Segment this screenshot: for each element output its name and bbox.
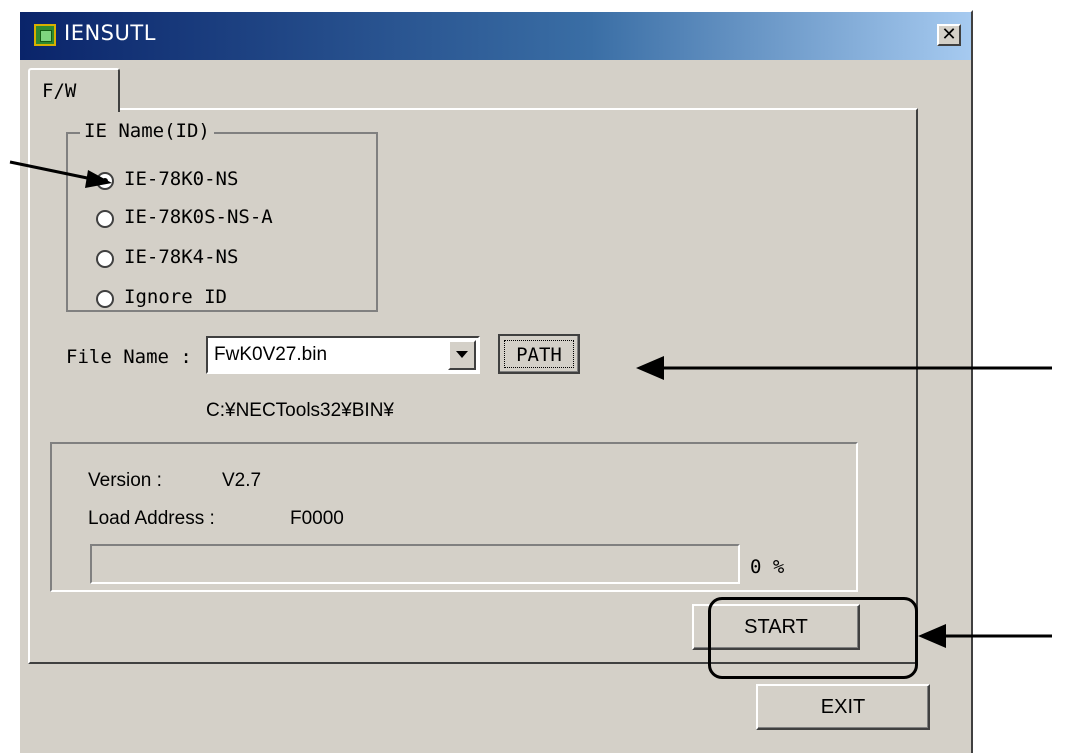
arrow-to-radio-icon [9, 160, 112, 188]
tab-fw[interactable]: F/W [28, 68, 120, 112]
tab-fw-label: F/W [42, 80, 77, 102]
arrow-to-path-icon [636, 356, 1052, 380]
annotation-arrows [9, 160, 1052, 648]
arrow-to-start-icon [918, 624, 1052, 648]
